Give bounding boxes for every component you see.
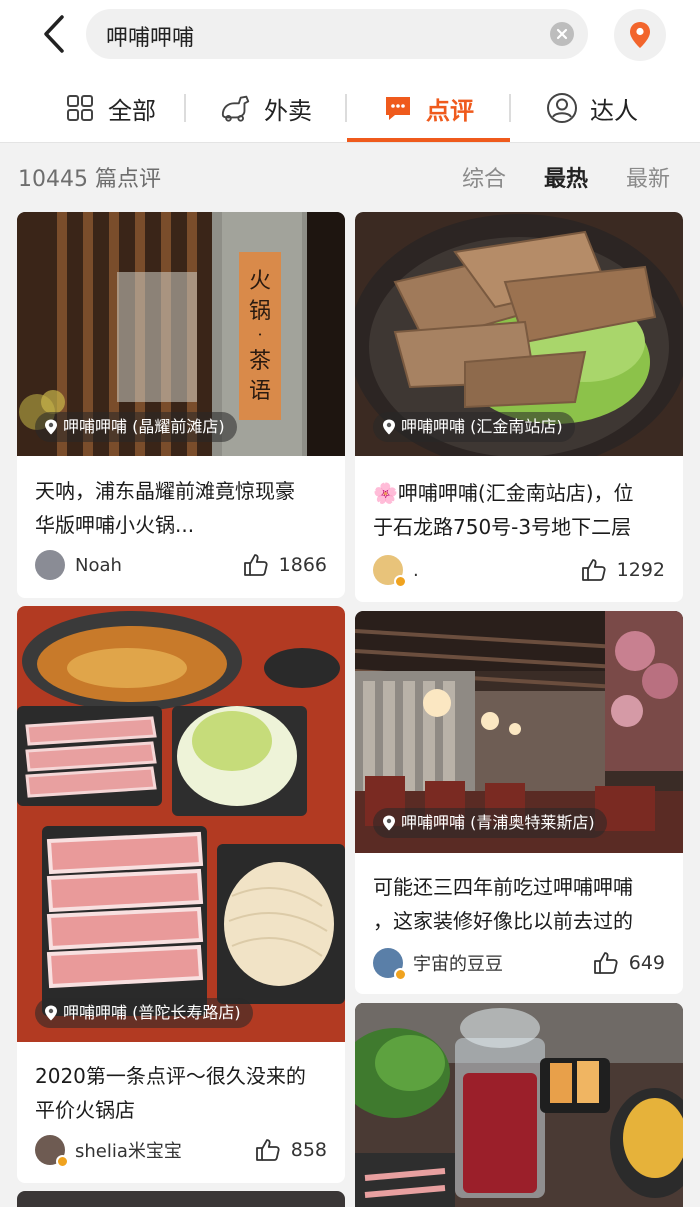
tab-reviews[interactable]: 点评 (382, 78, 474, 138)
top-header: 呷哺呷哺 全部 外卖 点评 达人 (0, 0, 700, 143)
review-card[interactable]: 火 锅 · 茶 语 呷哺呷哺 (晶耀前滩店) 天呐，浦东晶耀前滩竟惊现豪 华版呷… (17, 212, 345, 598)
avatar[interactable] (35, 550, 65, 580)
shop-name: 呷哺呷哺 (晶耀前滩店) (63, 417, 225, 436)
thumbs-up-icon (243, 554, 268, 576)
shop-name: 呷哺呷哺 (普陀长寿路店) (63, 1003, 241, 1022)
review-photo[interactable]: 呷哺呷哺 (普陀长寿路店) (17, 606, 345, 1042)
clear-icon[interactable] (550, 22, 574, 46)
thumbs-up-icon (593, 952, 618, 974)
thumbs-up-icon (255, 1139, 280, 1161)
title-line: 天呐，浦东晶耀前滩竟惊现豪 (35, 479, 295, 503)
tab-label: 点评 (426, 96, 474, 125)
review-card[interactable]: 呷哺呷哺 (普陀长寿路店) 2020第一条点评～很久没来的 平价火锅店 shel… (17, 606, 345, 1183)
title-line: 🌸呷哺呷哺(汇金南站店)，位 (373, 481, 634, 505)
like-count[interactable]: 1866 (243, 548, 327, 582)
sign-char: 语 (249, 379, 271, 404)
grid-icon (64, 92, 96, 124)
author[interactable]: 宇宙的豆豆 (373, 946, 503, 981)
sign-char: 茶 (249, 349, 271, 374)
author-name: Noah (75, 554, 122, 576)
sort-newest[interactable]: 最新 (626, 161, 670, 193)
tab-divider (509, 94, 511, 122)
back-button[interactable] (34, 12, 74, 56)
sign-char: 锅 (249, 299, 271, 324)
delivery-icon (220, 92, 252, 124)
like-number: 1292 (616, 559, 665, 581)
back-arrow-icon (44, 15, 64, 53)
review-card[interactable]: 呷哺呷哺 (青浦奥特莱斯店) 可能还三四年前吃过呷哺呷哺 ，这家装修好像比以前去… (355, 611, 683, 994)
like-count[interactable]: 649 (593, 946, 665, 980)
review-card[interactable] (355, 1003, 683, 1207)
title-line: ，这家装修好像比以前去过的 (373, 909, 633, 933)
title-line: 可能还三四年前吃过呷哺呷哺 (373, 875, 633, 899)
avatar[interactable] (35, 1135, 69, 1168)
search-bar[interactable]: 呷哺呷哺 (86, 9, 588, 59)
sign-char: 火 (249, 269, 271, 294)
like-count[interactable]: 1292 (581, 553, 665, 587)
review-title: 可能还三四年前吃过呷哺呷哺 ，这家装修好像比以前去过的 (373, 870, 669, 938)
thumbs-up-icon (581, 559, 606, 581)
avatar[interactable] (373, 948, 407, 981)
avatar[interactable] (373, 555, 407, 588)
author-name: . (413, 559, 419, 581)
tab-divider (345, 94, 347, 122)
map-pin-icon (630, 22, 650, 48)
review-title: 2020第一条点评～很久没来的 平价火锅店 (35, 1059, 331, 1127)
verified-badge-icon (394, 575, 407, 588)
location-pin-icon (45, 1005, 57, 1021)
user-icon (546, 92, 578, 124)
author[interactable]: . (373, 553, 419, 588)
review-count: 10445 篇点评 (18, 167, 161, 192)
sort-hottest[interactable]: 最热 (544, 161, 588, 193)
author-name: shelia米宝宝 (75, 1141, 182, 1162)
author-name: 宇宙的豆豆 (413, 954, 503, 975)
sign-char: · (257, 325, 262, 344)
review-photo[interactable] (355, 1003, 683, 1207)
like-number: 858 (290, 1139, 327, 1161)
like-number: 649 (628, 952, 665, 974)
shop-tag[interactable]: 呷哺呷哺 (汇金南站店) (373, 412, 575, 442)
location-button[interactable] (614, 9, 666, 61)
tab-all[interactable]: 全部 (64, 78, 156, 138)
tab-delivery[interactable]: 外卖 (220, 78, 312, 138)
tab-label: 外卖 (264, 96, 312, 125)
title-line: 2020第一条点评～很久没来的 (35, 1064, 306, 1088)
location-pin-icon (383, 815, 395, 831)
tab-label: 全部 (108, 96, 156, 125)
like-number: 1866 (278, 554, 327, 576)
review-photo[interactable]: 呷哺呷哺 (青浦奥特莱斯店) (355, 611, 683, 853)
category-tabs: 全部 外卖 点评 达人 (0, 78, 700, 142)
review-photo[interactable]: 呷哺呷哺 (汇金南站店) (355, 212, 683, 456)
sort-comprehensive[interactable]: 综合 (462, 161, 506, 193)
location-pin-icon (45, 419, 57, 435)
like-count[interactable]: 858 (255, 1133, 327, 1167)
title-line: 于石龙路750号-3号地下二层 (373, 515, 632, 539)
location-pin-icon (383, 419, 395, 435)
tab-divider (184, 94, 186, 122)
shop-name: 呷哺呷哺 (汇金南站店) (401, 417, 563, 436)
sort-bar: 10445 篇点评 综合 最热 最新 (0, 143, 700, 209)
shop-tag[interactable]: 呷哺呷哺 (晶耀前滩店) (35, 412, 237, 442)
shop-tag[interactable]: 呷哺呷哺 (青浦奥特莱斯店) (373, 808, 607, 838)
title-line: 华版呷哺小火锅... (35, 513, 195, 537)
author[interactable]: shelia米宝宝 (35, 1133, 182, 1168)
search-query[interactable]: 呷哺呷哺 (106, 20, 194, 52)
shop-tag[interactable]: 呷哺呷哺 (普陀长寿路店) (35, 998, 253, 1028)
review-photo[interactable]: 火 锅 · 茶 语 呷哺呷哺 (晶耀前滩店) (17, 212, 345, 456)
tab-experts[interactable]: 达人 (546, 78, 638, 138)
verified-badge-icon (394, 968, 407, 981)
comment-icon (382, 92, 414, 124)
review-card[interactable]: 呷哺呷哺 (汇金南站店) 🌸呷哺呷哺(汇金南站店)，位 于石龙路750号-3号地… (355, 212, 683, 602)
author[interactable]: Noah (35, 548, 122, 582)
review-title: 天呐，浦东晶耀前滩竟惊现豪 华版呷哺小火锅... (35, 474, 331, 542)
hotpot-spread-photo (17, 606, 345, 1042)
shop-name: 呷哺呷哺 (青浦奥特莱斯店) (401, 813, 595, 832)
review-card[interactable] (17, 1191, 345, 1207)
verified-badge-icon (56, 1155, 69, 1168)
title-line: 平价火锅店 (35, 1098, 135, 1122)
review-title: 🌸呷哺呷哺(汇金南站店)，位 于石龙路750号-3号地下二层 (373, 476, 669, 544)
tab-label: 达人 (590, 96, 638, 125)
